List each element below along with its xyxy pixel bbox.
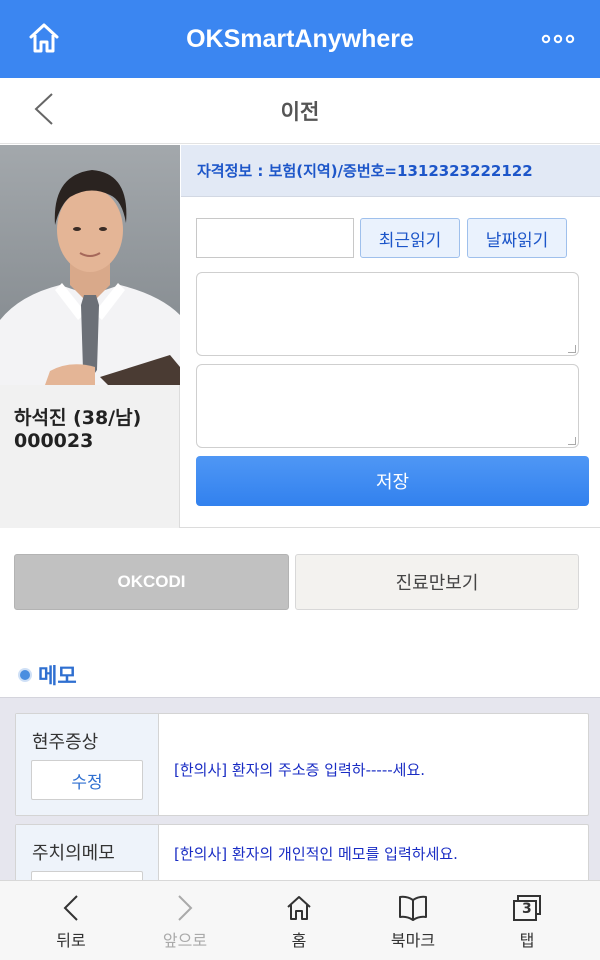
- nav-back-button[interactable]: 뒤로: [21, 881, 121, 960]
- resize-handle[interactable]: [568, 345, 576, 353]
- patient-panel: 하석진 (38/남) 000023 자격정보 : 보험(지역)/증번호=1312…: [0, 145, 600, 528]
- chevron-right-icon: [175, 891, 195, 925]
- more-dots-icon: [541, 29, 575, 48]
- memo-content[interactable]: [한의사] 환자의 주소증 입력하-----세요.: [174, 759, 425, 780]
- home-icon: [27, 21, 61, 59]
- nav-forward-label: 앞으로: [162, 931, 208, 950]
- edit-button[interactable]: 수정: [31, 871, 143, 880]
- recent-read-button[interactable]: 최근읽기: [360, 218, 460, 258]
- memo-section-label: 메모: [38, 664, 77, 688]
- back-button[interactable]: [26, 92, 62, 130]
- qualification-info: 자격정보 : 보험(지역)/증번호=1312323222122: [181, 145, 600, 197]
- more-button[interactable]: [538, 26, 578, 50]
- patient-profile: 하석진 (38/남) 000023: [0, 145, 180, 528]
- memo-textarea-2[interactable]: [196, 364, 579, 448]
- nav-bookmark-button[interactable]: 북마크: [363, 881, 463, 960]
- memo-row: 주치의메모 수정 [한의사] 환자의 개인적인 메모를 입력하세요.: [15, 824, 589, 880]
- nav-bookmark-label: 북마크: [390, 931, 436, 950]
- nav-home-label: 홈: [291, 931, 307, 950]
- nav-tabs-button[interactable]: 3 탭: [477, 881, 577, 960]
- okcodi-button[interactable]: OKCODI: [14, 554, 289, 610]
- patient-photo: [0, 145, 180, 385]
- patient-id: 000023: [14, 430, 94, 452]
- memo-section-title: 메모: [20, 660, 77, 690]
- tabs-icon: 3: [510, 891, 544, 925]
- memo-list: 현주증상 수정 [한의사] 환자의 주소증 입력하-----세요. 주치의메모 …: [0, 697, 600, 880]
- bottom-navigation: 뒤로 앞으로 홈 북마크 3 탭: [0, 880, 600, 960]
- patient-name: 하석진 (38/남): [14, 407, 142, 429]
- memo-content[interactable]: [한의사] 환자의 개인적인 메모를 입력하세요.: [174, 843, 458, 864]
- save-button[interactable]: 저장: [196, 456, 589, 506]
- memo-label-column: 주치의메모 수정: [16, 825, 159, 880]
- edit-button[interactable]: 수정: [31, 760, 143, 800]
- nav-back-label: 뒤로: [56, 931, 86, 950]
- memo-label: 주치의메모: [32, 843, 115, 864]
- memo-textarea-1[interactable]: [196, 272, 579, 356]
- bullet-icon: [20, 670, 30, 680]
- app-title: OKSmartAnywhere: [186, 24, 414, 53]
- sub-navigation: 이전: [0, 78, 600, 144]
- nav-forward-button[interactable]: 앞으로: [135, 881, 235, 960]
- memo-label-column: 현주증상 수정: [16, 714, 159, 815]
- app-header: OKSmartAnywhere: [0, 0, 600, 78]
- memo-row: 현주증상 수정 [한의사] 환자의 주소증 입력하-----세요.: [15, 713, 589, 816]
- page-title: 이전: [280, 99, 320, 124]
- nav-tabs-label: 탭: [519, 931, 535, 950]
- chart-read-input[interactable]: [196, 218, 354, 258]
- chevron-left-icon: [61, 891, 81, 925]
- home-button[interactable]: [24, 20, 64, 60]
- book-icon: [397, 891, 429, 925]
- tab-count-badge: 3: [522, 901, 532, 917]
- view-treatment-button[interactable]: 진료만보기: [295, 554, 579, 610]
- chevron-left-icon: [32, 92, 56, 130]
- resize-handle[interactable]: [568, 437, 576, 445]
- memo-label: 현주증상: [32, 732, 99, 753]
- date-read-button[interactable]: 날짜읽기: [467, 218, 567, 258]
- nav-home-button[interactable]: 홈: [249, 881, 349, 960]
- home-icon: [285, 891, 313, 925]
